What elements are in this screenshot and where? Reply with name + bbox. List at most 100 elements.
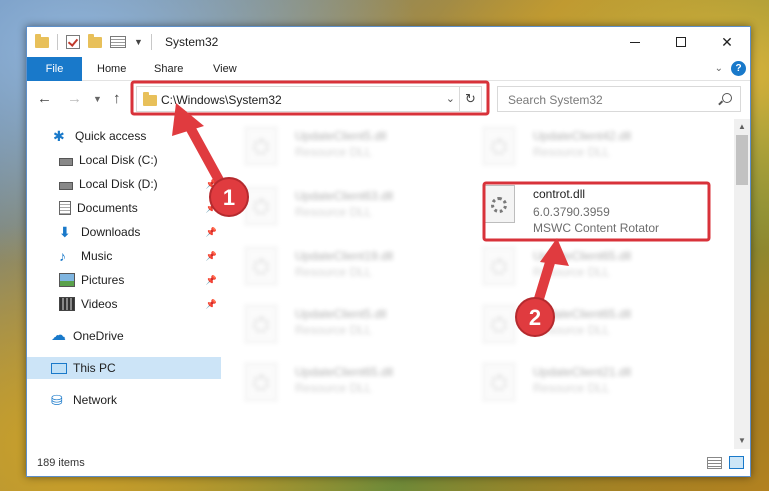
file-name: UpdateClient65.dll xyxy=(533,307,632,321)
sidebar-item-label: Pictures xyxy=(81,273,125,287)
scroll-up-arrow-icon[interactable]: ▲ xyxy=(734,119,750,135)
dll-file-icon xyxy=(245,305,277,343)
customize-toolbar-dropdown-icon[interactable]: ▼ xyxy=(134,37,143,47)
help-icon[interactable]: ? xyxy=(731,61,746,76)
file-description: Resource DLL xyxy=(295,145,372,159)
gear-icon xyxy=(491,139,507,155)
quick-access-toolbar: ▼ xyxy=(35,33,152,50)
sidebar-item-local-disk-d[interactable]: Local Disk (D:) 📌 xyxy=(27,173,221,195)
sidebar-item-downloads[interactable]: ⬇ Downloads 📌 xyxy=(27,221,221,243)
sidebar-item-this-pc[interactable]: This PC xyxy=(27,357,221,379)
list-item[interactable]: UpdateClient5.dll Resource DLL xyxy=(237,121,467,169)
download-icon: ⬇ xyxy=(59,224,71,240)
new-folder-icon[interactable] xyxy=(88,33,102,48)
disk-icon xyxy=(59,158,73,166)
sidebar-item-label: This PC xyxy=(73,361,116,375)
pin-icon[interactable]: 📌 xyxy=(206,203,217,214)
vertical-scrollbar[interactable]: ▲ ▼ xyxy=(734,119,750,449)
star-icon: ✱ xyxy=(53,128,65,144)
file-version: 6.0.3790.3959 xyxy=(533,205,610,219)
file-description: Resource DLL xyxy=(295,381,372,395)
minimize-icon xyxy=(630,41,640,43)
file-description: Resource DLL xyxy=(533,265,610,279)
back-arrow-icon[interactable]: ← xyxy=(37,90,52,107)
close-icon: ✕ xyxy=(721,33,733,50)
scroll-down-arrow-icon[interactable]: ▼ xyxy=(734,433,750,449)
dll-file-icon xyxy=(245,127,277,165)
gear-icon xyxy=(253,375,269,391)
address-path[interactable]: C:\Windows\System32 xyxy=(161,93,282,107)
dll-file-icon xyxy=(483,363,515,401)
music-icon: ♪ xyxy=(59,248,66,264)
list-item[interactable]: UpdateClient19.dll Resource DLL xyxy=(237,241,467,289)
maximize-button[interactable] xyxy=(658,27,704,57)
pin-icon[interactable]: 📌 xyxy=(206,299,217,310)
sidebar-item-quick-access[interactable]: ✱ Quick access xyxy=(27,125,221,147)
gear-icon xyxy=(491,197,507,213)
sidebar-item-pictures[interactable]: Pictures 📌 xyxy=(27,269,221,291)
gear-icon xyxy=(253,317,269,333)
tab-file[interactable]: File xyxy=(27,57,82,81)
pin-icon[interactable]: 📌 xyxy=(206,179,217,190)
dll-file-icon xyxy=(245,247,277,285)
list-item[interactable]: UpdateClient65.dll Resource DLL xyxy=(237,357,467,405)
tab-share[interactable]: Share xyxy=(142,57,195,81)
dll-file-icon xyxy=(483,185,515,223)
expand-ribbon-chevron-icon[interactable]: ⌄ xyxy=(715,63,723,74)
file-name: UpdateClient65.dll xyxy=(533,249,632,263)
list-item[interactable]: UpdateClient21.dll Resource DLL xyxy=(475,357,705,405)
cloud-icon: ☁ xyxy=(51,327,66,344)
sidebar-item-label: Local Disk (D:) xyxy=(79,177,158,191)
file-name: controt.dll xyxy=(533,187,586,201)
sidebar-item-onedrive[interactable]: ☁ OneDrive xyxy=(27,325,221,347)
sidebar-item-music[interactable]: ♪ Music 📌 xyxy=(27,245,221,267)
sidebar-item-label: OneDrive xyxy=(73,329,124,343)
minimize-button[interactable] xyxy=(612,27,658,57)
close-button[interactable]: ✕ xyxy=(704,27,750,57)
refresh-icon[interactable]: ↻ xyxy=(459,87,481,111)
list-item[interactable]: UpdateClient63.dll Resource DLL xyxy=(237,181,467,229)
sidebar-item-network[interactable]: ⛁ Network xyxy=(27,389,221,411)
recent-locations-chevron-icon[interactable]: ▼ xyxy=(93,94,102,104)
sidebar-item-label: Network xyxy=(73,393,118,407)
sidebar-item-label: Music xyxy=(81,249,113,263)
pin-icon[interactable]: 📌 xyxy=(206,251,217,262)
search-input[interactable]: Search System32 xyxy=(508,93,603,107)
search-icon[interactable] xyxy=(722,93,732,103)
scroll-thumb[interactable] xyxy=(736,135,748,185)
rename-icon[interactable] xyxy=(110,36,126,48)
gear-icon xyxy=(253,139,269,155)
large-icons-view-icon[interactable] xyxy=(729,456,744,469)
file-name: UpdateClient63.dll xyxy=(295,189,394,203)
sidebar-item-documents[interactable]: Documents 📌 xyxy=(27,197,221,219)
tab-home[interactable]: Home xyxy=(85,57,138,81)
tab-view[interactable]: View xyxy=(201,57,249,81)
list-item[interactable]: UpdateClient65.dll Resource DLL xyxy=(475,299,705,347)
address-dropdown-icon[interactable]: ⌄ xyxy=(446,92,455,105)
address-bar[interactable]: C:\Windows\System32 ⌄ ↻ xyxy=(136,86,482,112)
list-item[interactable]: UpdateClient5.dll Resource DLL xyxy=(237,299,467,347)
sidebar-item-videos[interactable]: Videos 📌 xyxy=(27,293,221,315)
search-box[interactable]: Search System32 xyxy=(497,86,741,112)
up-arrow-icon[interactable]: ↑ xyxy=(113,90,121,107)
forward-arrow-icon[interactable]: → xyxy=(67,90,82,107)
file-name: UpdateClient19.dll xyxy=(295,249,394,263)
navigation-pane: ✱ Quick access Local Disk (C:) Local Dis… xyxy=(27,119,221,449)
file-name: UpdateClient65.dll xyxy=(295,365,394,379)
properties-check-icon[interactable] xyxy=(66,35,80,49)
list-item[interactable]: UpdateClient42.dll Resource DLL xyxy=(475,121,705,169)
pictures-icon xyxy=(59,273,75,287)
maximize-icon xyxy=(676,37,686,47)
pin-icon[interactable]: 📌 xyxy=(206,275,217,286)
list-item[interactable]: UpdateClient65.dll Resource DLL xyxy=(475,241,705,289)
details-view-icon[interactable] xyxy=(707,457,722,469)
list-item-highlighted[interactable]: controt.dll 6.0.3790.3959 MSWC Content R… xyxy=(475,185,705,235)
file-name: UpdateClient42.dll xyxy=(533,129,632,143)
pin-icon[interactable]: 📌 xyxy=(206,227,217,238)
gear-icon xyxy=(253,199,269,215)
dll-file-icon xyxy=(483,247,515,285)
file-description: Resource DLL xyxy=(295,265,372,279)
dll-file-icon xyxy=(245,363,277,401)
sidebar-item-local-disk-c[interactable]: Local Disk (C:) xyxy=(27,149,221,171)
ribbon-tabs: File Home Share View ⌄ ? xyxy=(27,57,750,81)
